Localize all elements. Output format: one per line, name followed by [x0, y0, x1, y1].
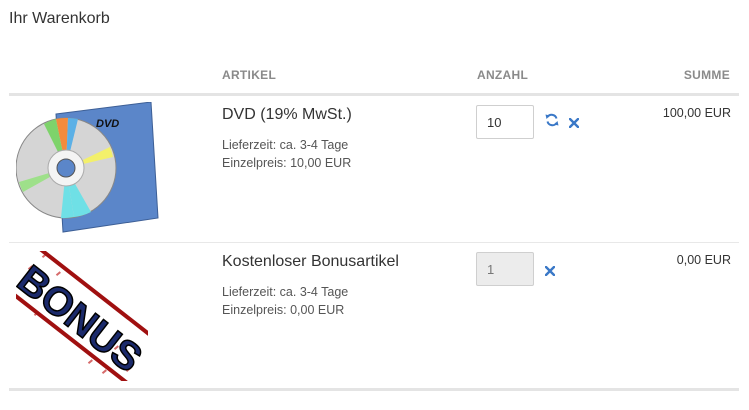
product-delivery-time: Lieferzeit: ca. 3-4 Tage: [222, 285, 349, 299]
product-name[interactable]: DVD (19% MwSt.): [222, 106, 352, 124]
row-sum: 0,00 EUR: [676, 253, 731, 267]
cart-row-dvd: DVD DVD (19% MwSt.) Lieferzeit: ca. 3-4 …: [9, 96, 739, 242]
table-bottom-divider: [9, 388, 739, 391]
remove-icon[interactable]: [544, 263, 556, 281]
quantity-input[interactable]: [476, 105, 534, 139]
dvd-logo-text: DVD: [96, 118, 119, 130]
cart-row-bonus: BONUS Kostenloser Bonusartikel Lieferzei…: [5, 243, 739, 389]
refresh-icon[interactable]: [545, 113, 559, 132]
product-unit-price: Einzelpreis: 0,00 EUR: [222, 303, 345, 317]
header-anzahl: ANZAHL: [477, 68, 529, 82]
bonus-product-image[interactable]: BONUS: [5, 246, 160, 386]
dvd-product-image[interactable]: DVD: [15, 101, 161, 239]
product-delivery-time: Lieferzeit: ca. 3-4 Tage: [222, 138, 349, 152]
page-title: Ihr Warenkorb: [9, 10, 110, 27]
product-unit-price: Einzelpreis: 10,00 EUR: [222, 156, 352, 170]
remove-icon[interactable]: [568, 115, 580, 133]
quantity-input: [476, 252, 534, 286]
row-sum: 100,00 EUR: [662, 106, 731, 120]
product-name[interactable]: Kostenloser Bonusartikel: [222, 253, 399, 271]
header-summe: SUMME: [683, 68, 730, 82]
header-artikel: ARTIKEL: [222, 68, 277, 82]
